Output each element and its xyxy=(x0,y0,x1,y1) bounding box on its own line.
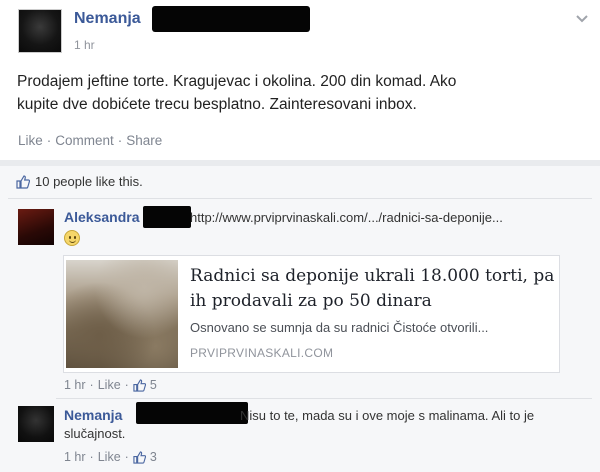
smile-emoji-icon xyxy=(64,230,80,246)
separator-dot: · xyxy=(89,450,94,464)
comment-meta: 1 hr · Like · 3 xyxy=(64,450,157,464)
comment-button[interactable]: Comment xyxy=(55,133,114,148)
comment-avatar[interactable] xyxy=(18,209,54,245)
comment-text-continued: slučajnost. xyxy=(64,426,126,441)
separator-dot: · xyxy=(89,378,94,392)
comment-like-count[interactable]: 5 xyxy=(150,378,157,392)
post-actions: Like · Comment · Share xyxy=(18,133,162,148)
comment-avatar[interactable] xyxy=(18,406,54,442)
comment-author[interactable]: Nemanja xyxy=(64,407,122,423)
comment-like-button[interactable]: Like xyxy=(98,450,121,464)
likes-count-text[interactable]: 10 people like this. xyxy=(35,174,143,189)
separator-dot: · xyxy=(124,450,129,464)
comment-meta: 1 hr · Like · 5 xyxy=(64,378,157,392)
like-icon xyxy=(133,450,146,464)
chevron-down-icon[interactable] xyxy=(574,10,590,26)
post-author-name[interactable]: Nemanja xyxy=(74,10,141,28)
separator-dot: · xyxy=(124,378,129,392)
comment-timestamp[interactable]: 1 hr xyxy=(64,450,86,464)
redaction-bar xyxy=(152,6,310,32)
likes-summary[interactable]: 10 people like this. xyxy=(16,174,143,189)
comment-timestamp[interactable]: 1 hr xyxy=(64,378,86,392)
comment-like-button[interactable]: Like xyxy=(98,378,121,392)
share-button[interactable]: Share xyxy=(126,133,162,148)
redaction-bar xyxy=(143,206,191,228)
link-preview-image[interactable] xyxy=(66,260,178,368)
link-preview-description: Osnovano se sumnja da su radnici Čistoće… xyxy=(190,320,489,335)
comment-link[interactable]: http://www.prviprvinaskali.com/.../radni… xyxy=(190,210,503,225)
comment-like-count[interactable]: 3 xyxy=(150,450,157,464)
redaction-bar xyxy=(136,402,248,424)
link-preview-title[interactable]: Radnici sa deponije ukrali 18.000 torti,… xyxy=(190,264,560,314)
separator-dot: · xyxy=(117,133,123,148)
comment-text: Nisu to te, mada su i ove moje s malinam… xyxy=(240,408,535,423)
post-text: Prodajem jeftine torte. Kragujevac i oko… xyxy=(17,73,457,113)
like-icon xyxy=(16,175,30,189)
like-button[interactable]: Like xyxy=(18,133,43,148)
link-preview-domain: PRVIPRVINASKALI.COM xyxy=(190,346,334,360)
comment-author[interactable]: Aleksandra xyxy=(64,209,139,225)
post-timestamp[interactable]: 1 hr xyxy=(74,38,95,52)
post-author-avatar[interactable] xyxy=(18,9,62,53)
divider xyxy=(56,398,592,399)
divider xyxy=(8,198,592,199)
separator-dot: · xyxy=(46,133,52,148)
like-icon xyxy=(133,378,146,392)
